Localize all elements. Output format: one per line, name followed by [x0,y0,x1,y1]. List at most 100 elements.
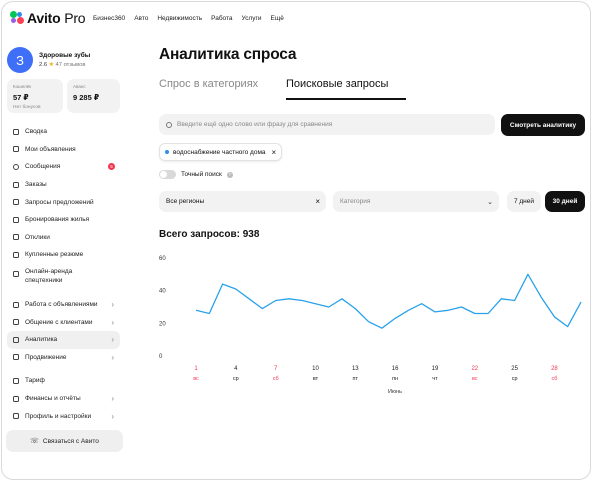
work-listings-icon [13,301,19,308]
category-placeholder: Категория [340,198,371,205]
chevron-right-icon: › [111,300,114,310]
finance-icon [13,395,19,402]
help-icon[interactable]: ? [226,171,233,178]
close-icon[interactable]: × [315,197,320,206]
x-tick-day: 28 [551,366,558,372]
sidebar-item-rental[interactable]: Онлайн-аренда спецтехники [7,264,120,290]
sidebar-item-label: Тариф [25,377,45,385]
period-30-days-button[interactable]: 30 дней [545,191,585,212]
sidebar-item-label: Финансы и отчёты [25,395,81,403]
analytics-icon [13,336,19,343]
booking-icon [13,216,19,223]
avito-pro-logo[interactable]: Avito Pro [10,10,86,26]
x-tick-day: 19 [432,366,439,372]
sidebar-item-responses[interactable]: Отклики [7,229,120,247]
sidebar-item-label: Продвижение [25,353,67,361]
page-title: Аналитика спроса [159,46,297,63]
y-tick-label: 40 [159,289,166,295]
main-content: Аналитика спроса Спрос в категориях Поис… [159,2,589,479]
summary-icon [13,128,19,135]
query-chip[interactable]: водоснабжение частного дома × [159,143,283,161]
chevron-right-icon: › [111,411,114,421]
sidebar-item-promotion[interactable]: Продвижение › [7,349,120,367]
sidebar-item-label: Сообщения [25,163,61,171]
logo-text: Avito [27,10,61,26]
x-tick-weekday: вс [193,376,199,382]
chevron-down-icon: ⌄ [487,198,493,206]
chevron-right-icon: › [111,317,114,327]
chevron-right-icon: › [111,335,114,345]
sidebar-item-resume[interactable]: Купленные резюме [7,246,120,264]
exact-search-toggle[interactable]: Точный поиск ? [159,170,233,179]
x-tick-weekday: ср [233,376,239,382]
advance-value: 9 285 ₽ [73,93,100,102]
x-tick-weekday: пт [353,376,359,382]
contact-label: Связаться с Авито [42,437,99,445]
nav-business360[interactable]: Бизнес360 [93,15,125,22]
x-tick-day: 1 [194,366,198,372]
responses-icon [13,234,19,241]
x-tick-day: 22 [471,366,478,372]
sidebar-item-clients[interactable]: Общение с клиентами › [7,313,120,331]
tariff-icon [13,377,19,384]
sidebar-item-label: Профиль и настройки [25,412,92,420]
search-input[interactable]: Введите ещё одно слово или фразу для сра… [159,114,495,135]
chip-label: водоснабжение частного дома [173,148,266,156]
orders-icon [13,181,19,188]
tab-search-queries[interactable]: Поисковые запросы [286,78,406,100]
sidebar-item-requests[interactable]: Запросы предложений [7,193,120,211]
sidebar-item-label: Общение с клиентами [25,318,93,326]
category-select[interactable]: Категория ⌄ [333,191,499,212]
sidebar-item-orders[interactable]: Заказы [7,176,120,194]
total-requests: Всего запросов: 938 [159,229,260,240]
star-icon: ★ [48,62,54,68]
x-tick-weekday: сб [273,376,279,382]
period-7-days-button[interactable]: 7 дней [507,191,541,212]
sidebar-item-summary[interactable]: Сводка [7,123,120,141]
advance-card[interactable]: Аванс 9 285 ₽ [67,79,120,113]
x-tick-day: 7 [274,366,278,372]
nav-auto[interactable]: Авто [134,15,148,22]
x-tick-day: 10 [312,366,319,372]
sidebar-item-booking[interactable]: Бронирования жилья [7,211,120,229]
region-select[interactable]: Все регионы × [159,191,326,212]
sidebar-item-label: Бронирования жилья [25,216,90,224]
sidebar-item-listings[interactable]: Мои объявления [7,141,120,159]
close-icon[interactable]: × [272,148,277,157]
exact-search-label: Точный поиск [181,171,222,178]
wallet-label: Кошелёк [13,84,32,89]
region-value: Все регионы [166,198,205,205]
contact-avito-button[interactable]: ☏ Связаться с Авито [6,430,123,452]
requests-chart: 60 40 20 0 1 вс 4 ср 7 сб 10 вт 13 пт 16 пн 19 чт 22 вс 25 ср… [159,247,589,397]
wallet-card[interactable]: Кошелёк 57 ₽ Нет бонусов [7,79,63,113]
tab-categories[interactable]: Спрос в категориях [159,78,258,100]
sidebar-item-finance[interactable]: Финансы и отчёты › [7,390,120,408]
avito-logo-icon [10,11,24,25]
series-line [195,273,582,329]
balance-cards: Кошелёк 57 ₽ Нет бонусов Аванс 9 285 ₽ [7,79,120,113]
sidebar-item-messages[interactable]: Сообщения 5 [7,158,120,176]
requests-icon [13,199,19,206]
sidebar-item-work-listings[interactable]: Работа с объявлениями › [7,296,120,314]
y-tick-label: 0 [159,354,163,360]
toggle-switch[interactable] [159,170,176,179]
advance-label: Аванс [73,84,86,89]
sidebar-item-label: Заказы [25,181,47,189]
profile-block[interactable]: З Здоровые зубы 2.6 ★ 47 отзывов [7,47,90,73]
listings-icon [13,146,19,153]
clients-icon [13,319,19,326]
sidebar-item-analytics[interactable]: Аналитика › [7,330,120,349]
rating-value: 2.6 [39,62,48,68]
promotion-icon [13,354,19,361]
reviews-link[interactable]: 47 отзывов [56,62,86,68]
x-tick-day: 16 [392,366,399,372]
sidebar-item-tariff[interactable]: Тариф [7,372,120,390]
sidebar-item-label: Купленные резюме [25,251,84,259]
sidebar-item-settings[interactable]: Профиль и настройки › [7,407,120,425]
avatar[interactable]: З [7,47,33,73]
x-axis-label: Июнь [388,389,402,395]
sidebar-item-label: Сводка [25,128,47,136]
app-window: Avito Pro Бизнес360 Авто Недвижимость Ра… [1,1,591,480]
x-tick-weekday: пн [392,376,398,382]
view-analytics-button[interactable]: Смотреть аналитику [501,114,585,136]
